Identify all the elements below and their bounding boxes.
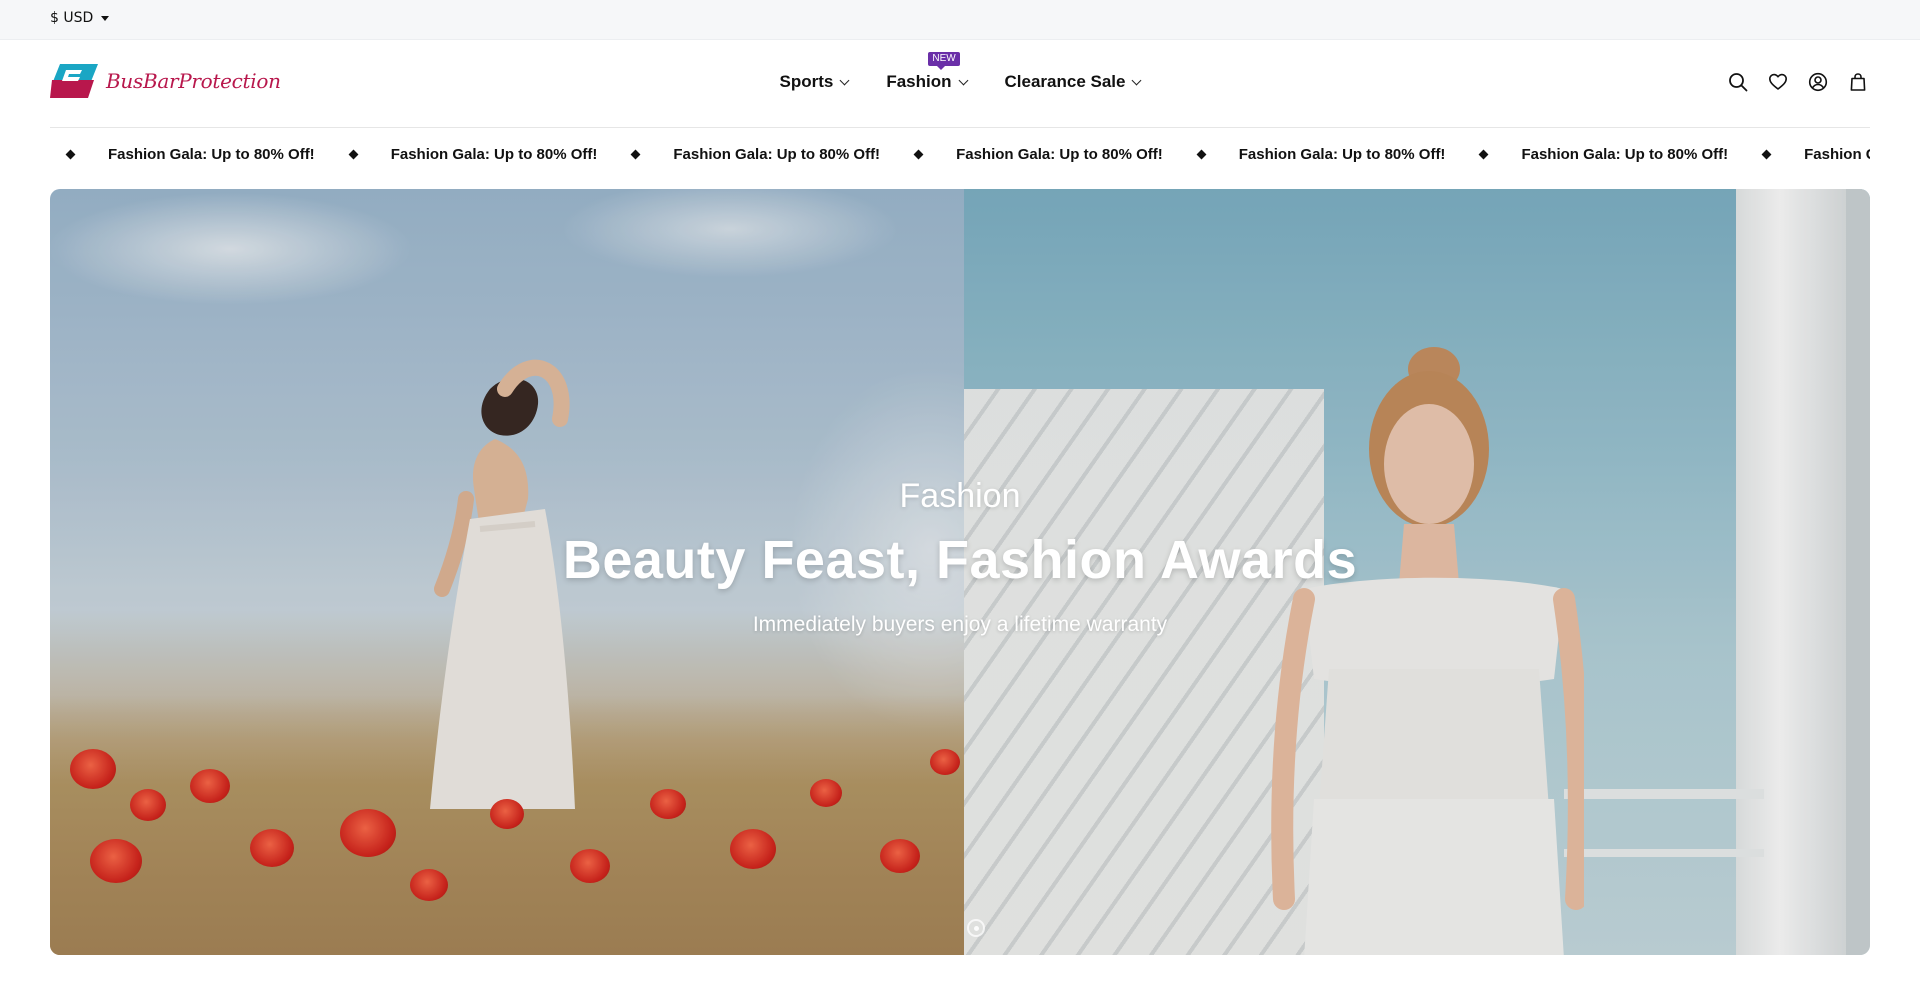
nav-item-fashion[interactable]: NEW Fashion	[886, 52, 968, 92]
account-icon	[1808, 72, 1828, 92]
dot-indicator	[973, 925, 979, 931]
marquee-text: Fashion Gala: Up to 80% Off!	[1521, 146, 1729, 163]
top-utility-bar: $ USD	[0, 0, 1920, 40]
marquee-item[interactable]: Fashion Gala: Up to 80% Off!	[50, 146, 333, 163]
slider-dot-active[interactable]	[967, 919, 985, 937]
marquee-item[interactable]: Fashion Gala: Up to 80% Off!	[898, 146, 1181, 163]
marquee-text: Fashion Gala: Up to 80% Off!	[1238, 146, 1446, 163]
search-icon	[1729, 73, 1748, 92]
marquee-text: Fashion Gala: Up to 80% Off!	[956, 146, 1163, 163]
marquee-text: Fashion Gala: Up to 80% Off!	[108, 146, 315, 163]
chevron-down-icon	[1132, 75, 1142, 85]
header-divider	[50, 127, 1870, 128]
marquee-text: Fashion Gala: Up to 80% Off!	[390, 146, 598, 163]
hero-title: Beauty Feast, Fashion Awards	[562, 530, 1358, 590]
diamond-icon	[1478, 149, 1489, 160]
nav-item-sports[interactable]: Sports	[779, 72, 850, 92]
marquee-text: Fashion Gala: Up to 80% Off!	[1804, 146, 1870, 163]
wishlist-button[interactable]	[1766, 70, 1790, 94]
currency-label: $ USD	[50, 10, 94, 26]
chevron-down-icon	[958, 75, 968, 85]
nav-item-label: Sports	[779, 72, 834, 91]
cart-button[interactable]	[1846, 70, 1870, 94]
hero-content: Fashion Beauty Feast, Fashion Awards Imm…	[50, 189, 1870, 955]
diamond-icon	[348, 149, 359, 160]
diamond-icon	[65, 149, 76, 160]
nav-item-label: Fashion	[886, 72, 952, 91]
marquee-item[interactable]: Fashion Gala: Up to 80% Off!	[1746, 146, 1870, 163]
marquee-item[interactable]: Fashion Gala: Up to 80% Off!	[333, 146, 616, 163]
account-button[interactable]	[1806, 70, 1830, 94]
marquee-item[interactable]: Fashion Gala: Up to 80% Off!	[1181, 146, 1464, 163]
marquee-item[interactable]: Fashion Gala: Up to 80% Off!	[1463, 146, 1746, 163]
chevron-down-icon	[839, 75, 850, 85]
header-actions	[1726, 70, 1870, 94]
main-nav: Sports NEW Fashion Clearance Sale	[0, 52, 1920, 92]
caret-down-icon	[101, 15, 110, 21]
new-badge: NEW	[928, 52, 960, 70]
currency-selector[interactable]: $ USD	[50, 10, 110, 26]
hero-kicker: Fashion	[899, 477, 1021, 515]
nav-item-label: Clearance Sale	[1004, 72, 1126, 91]
diamond-icon	[1196, 149, 1207, 160]
search-button[interactable]	[1726, 70, 1750, 94]
diamond-icon	[913, 149, 924, 160]
nav-item-clearance-sale[interactable]: Clearance Sale	[1004, 72, 1142, 92]
site-header: BusBarProtection Sports NEW Fashion Clea…	[0, 40, 1920, 128]
slider-pagination	[967, 919, 985, 937]
hero-subtitle: Immediately buyers enjoy a lifetime warr…	[752, 613, 1168, 636]
heart-icon	[1769, 73, 1787, 90]
marquee-text: Fashion Gala: Up to 80% Off!	[673, 146, 881, 163]
announcement-marquee: Fashion Gala: Up to 80% Off! Fashion Gal…	[50, 146, 1870, 170]
cart-icon	[1850, 73, 1866, 91]
marquee-item[interactable]: Fashion Gala: Up to 80% Off!	[615, 146, 898, 163]
marquee-track: Fashion Gala: Up to 80% Off! Fashion Gal…	[50, 146, 1870, 163]
diamond-icon	[630, 149, 641, 160]
hero-banner[interactable]: Fashion Beauty Feast, Fashion Awards Imm…	[50, 189, 1870, 955]
diamond-icon	[1761, 149, 1772, 160]
